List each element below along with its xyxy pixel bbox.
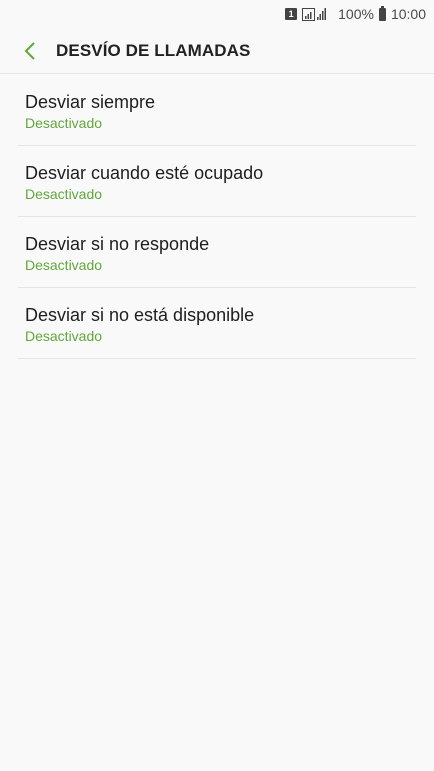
clock: 10:00 [390,6,426,22]
sim-icon: 1 [285,8,298,20]
list-item-status: Desactivado [25,257,103,273]
list-item-title: Desviar cuando esté ocupado [25,163,264,183]
list-item-title: Desviar si no responde [25,234,210,254]
back-button[interactable] [8,28,52,74]
list-item-forward-unreachable[interactable]: Desviar si no está disponible Desactivad… [18,288,416,359]
list-item-title: Desviar siempre [25,92,156,112]
app-bar: DESVÍO DE LLAMADAS [0,28,434,74]
list-item-status: Desactivado [25,328,103,344]
list-item-status: Desactivado [25,186,103,202]
list-item-forward-busy[interactable]: Desviar cuando esté ocupado Desactivado [18,146,416,217]
page-title: DESVÍO DE LLAMADAS [56,40,251,60]
list-item-status: Desactivado [25,115,103,131]
list-item-title: Desviar si no está disponible [25,305,255,325]
signal-icon [302,7,327,21]
battery-percent: 100% [338,6,374,22]
status-bar: 1 100% 10:00 [0,0,434,28]
list-item-forward-no-answer[interactable]: Desviar si no responde Desactivado [18,217,416,288]
battery-icon [378,5,386,21]
settings-list: Desviar siempre Desactivado Desviar cuan… [0,75,434,359]
list-item-forward-always[interactable]: Desviar siempre Desactivado [18,75,416,146]
chevron-left-icon [24,41,35,60]
